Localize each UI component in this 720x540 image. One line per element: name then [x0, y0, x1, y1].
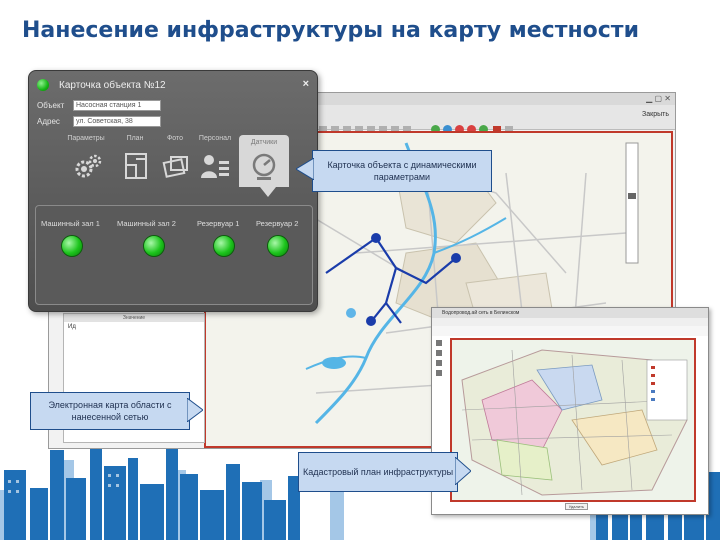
callout-cadastral-plan-arrow [455, 457, 471, 485]
cadastral-menu[interactable] [432, 318, 708, 326]
object-field-label: Объект [37, 101, 65, 110]
callout-object-card-text: Карточка объекта с динамическими парамет… [327, 160, 477, 182]
tab-parameters[interactable]: Параметры [61, 135, 111, 142]
callout-electronic-map-text: Электронная карта области с нанесенной с… [48, 400, 172, 422]
floor-plan-icon[interactable] [123, 151, 149, 181]
sensor-label-reservoir-2: Резервуар 2 [256, 219, 299, 228]
cadastral-plan-window: Водопровод.ай сеть в Белинском Удалить [431, 307, 709, 515]
panel-id-label: Ид [68, 324, 76, 330]
cad-tool-2-icon[interactable] [436, 350, 442, 356]
cad-tool-3-icon[interactable] [436, 360, 442, 366]
sensor-status-reservoir-1-icon[interactable] [213, 235, 235, 257]
sensor-status-machine-hall-1-icon[interactable] [61, 235, 83, 257]
sensor-label-machine-hall-1: Машинный зал 1 [41, 219, 100, 228]
close-map-link[interactable]: Закрыть [642, 111, 669, 118]
object-card-window: Карточка объекта №12 × Объект Адрес Пара… [28, 70, 318, 312]
callout-electronic-map-arrow [187, 398, 203, 422]
cad-tool-4-icon[interactable] [436, 370, 442, 376]
close-icon[interactable]: × [303, 78, 309, 90]
cadastral-drawing [452, 340, 694, 500]
address-field-label: Адрес [37, 117, 60, 126]
tab-pointer [260, 187, 276, 197]
object-name-field[interactable] [73, 100, 161, 111]
sensor-label-machine-hall-2: Машинный зал 2 [117, 219, 176, 228]
cadastral-toolbar[interactable] [432, 326, 708, 336]
slide-title: Нанесение инфраструктуры на карту местно… [22, 18, 639, 43]
tab-photo[interactable]: Фото [157, 135, 193, 142]
sensor-status-reservoir-2-icon[interactable] [267, 235, 289, 257]
callout-cadastral-plan-text: Кадастровый план инфраструктуры [302, 467, 454, 477]
panel-header: Значение [64, 314, 204, 322]
cad-tool-1-icon[interactable] [436, 340, 442, 346]
cadastral-map-canvas[interactable] [450, 338, 696, 502]
sensor-gauge-icon[interactable] [249, 151, 279, 183]
tab-sensors[interactable]: Датчики [239, 139, 289, 146]
cadastral-window-title: Водопровод.ай сеть в Белинском [432, 308, 708, 318]
sensor-status-machine-hall-2-icon[interactable] [143, 235, 165, 257]
gears-icon[interactable] [73, 151, 103, 181]
photo-icon[interactable] [161, 151, 191, 181]
callout-electronic-map: Электронная карта области с нанесенной с… [30, 392, 190, 430]
address-field[interactable] [73, 116, 161, 127]
staff-icon[interactable] [199, 151, 231, 181]
cadastral-delete-button[interactable]: Удалить [564, 503, 588, 510]
card-title: Карточка объекта №12 [59, 80, 166, 91]
callout-object-card: Карточка объекта с динамическими парамет… [312, 150, 492, 192]
window-controls-icon[interactable]: ▁ ▢ ✕ [646, 94, 671, 103]
tab-staff[interactable]: Персонал [191, 135, 239, 142]
callout-object-card-arrow [296, 158, 314, 180]
status-indicator-icon [37, 79, 49, 91]
callout-cadastral-plan: Кадастровый план инфраструктуры [298, 452, 458, 492]
sensor-label-reservoir-1: Резервуар 1 [197, 219, 240, 228]
tab-plan[interactable]: План [119, 135, 151, 142]
